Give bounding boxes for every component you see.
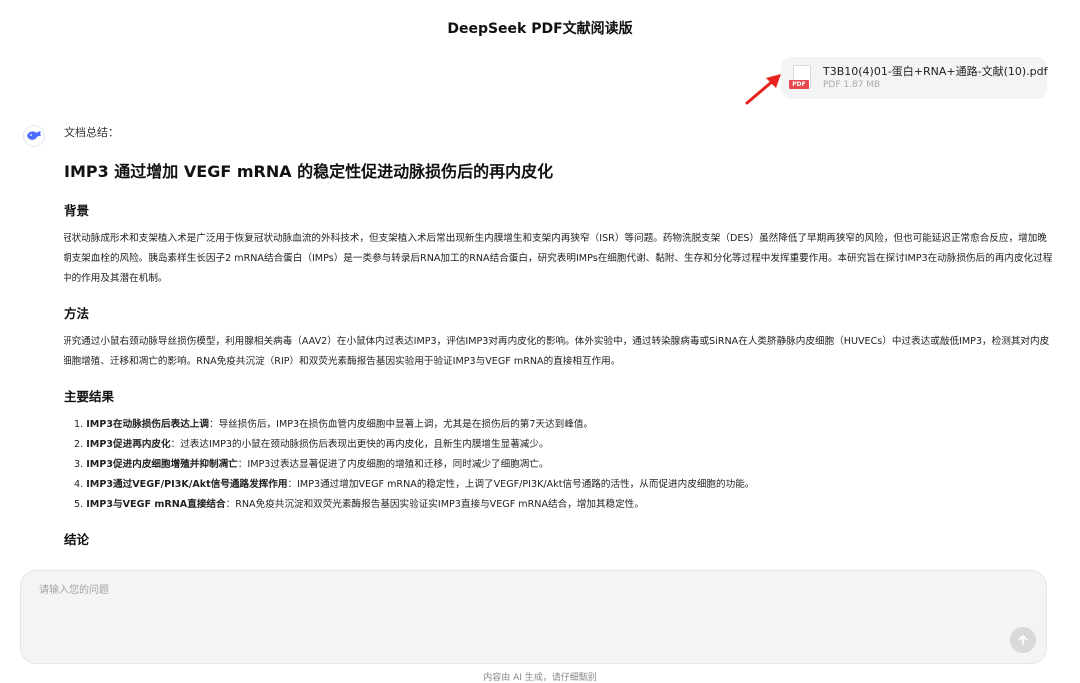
question-input[interactable] [21,571,1046,663]
methods-paragraph: 研究通过小鼠右颈动脉导丝损伤模型，利用腺相关病毒（AAV2）在小鼠体内过表达IM… [64,336,1050,367]
list-item: 1. IMP3在动脉损伤后表达上调：导丝损伤后，IMP3在损伤血管内皮细胞中显著… [74,419,594,430]
arrow-up-icon [1018,635,1028,645]
section-heading-conclusion: 结论 [64,532,90,547]
section-heading-methods: 方法 [64,306,90,321]
summary-content: IMP3 通过增加 VEGF mRNA 的稳定性促进动脉损伤后的再内皮化 背景 … [64,158,1054,558]
list-item: 5. IMP3与VEGF mRNA直接结合：RNA免疫共沉淀和双荧光素酶报告基因… [74,499,644,510]
list-item: 4. IMP3通过VEGF/PI3K/Akt信号通路发挥作用：IMP3通过增加V… [74,479,755,490]
file-size: PDF 1.87 MB [823,80,881,91]
deepseek-whale-icon [23,125,45,147]
pdf-file-icon: PDF [789,65,813,91]
summary-label: 文档总结： [64,126,119,139]
attached-file-card[interactable]: PDF T3B10(4)01-蛋白+RNA+通路-文献(10).pdf PDF … [781,57,1048,99]
section-heading-results: 主要结果 [64,389,115,404]
section-heading-background: 背景 [64,203,90,218]
question-input-box[interactable] [20,570,1047,664]
file-name: T3B10(4)01-蛋白+RNA+通路-文献(10).pdf [823,65,1048,78]
background-paragraph: 冠状动脉成形术和支架植入术是广泛用于恢复冠状动脉血流的外科技术，但支架植入术后常… [64,233,1053,284]
pdf-type-tag: PDF [789,80,809,89]
send-button[interactable] [1010,627,1036,653]
ai-disclaimer: 内容由 AI 生成，请仔细甄别 [483,673,597,683]
red-arrow-icon [745,74,781,105]
summary-title: IMP3 通过增加 VEGF mRNA 的稳定性促进动脉损伤后的再内皮化 [64,162,554,181]
results-list: 1. IMP3在动脉损伤后表达上调：导丝损伤后，IMP3在损伤血管内皮细胞中显著… [74,415,1054,515]
list-item: 3. IMP3促进内皮细胞增殖并抑制凋亡：IMP3过表达显著促进了内皮细胞的增殖… [74,459,549,470]
list-item: 2. IMP3促进再内皮化：过表达IMP3的小鼠在颈动脉损伤后表现出更快的再内皮… [74,439,549,450]
app-title: DeepSeek PDF文献阅读版 [447,21,633,37]
